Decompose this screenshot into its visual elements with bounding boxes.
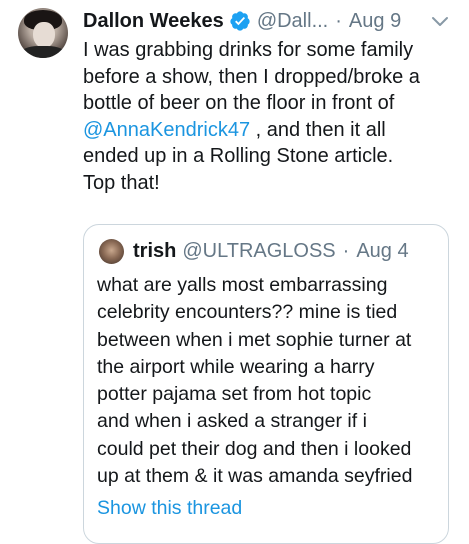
quoted-author-name: trish — [133, 239, 177, 262]
tweet-line-fragment: , and then it all — [250, 118, 386, 141]
quoted-line: what are yalls most embarrassing — [97, 274, 388, 296]
quoted-tweet-date: Aug 4 — [356, 239, 409, 262]
quoted-author-avatar — [99, 239, 124, 264]
tweet-text: I was grabbing drinks for some family be… — [83, 37, 455, 197]
quoted-author-handle: @ULTRAGLOSS — [182, 239, 336, 262]
tweet-line: bottle of beer on the floor in front of — [83, 92, 395, 115]
tweet-line: ended up in a Rolling Stone article. — [83, 145, 394, 168]
tweet-line: @AnnaKendrick47 , and then it all — [83, 117, 455, 144]
show-thread-link[interactable]: Show this thread — [97, 497, 242, 520]
tweet-line: I was grabbing drinks for some family — [83, 39, 414, 61]
author-avatar[interactable] — [18, 8, 68, 58]
author-name[interactable]: Dallon Weekes — [83, 10, 224, 33]
quoted-line: up at them & it was amanda seyfried — [97, 465, 413, 488]
tweet-line: Top that! — [83, 171, 160, 194]
separator-dot: · — [342, 239, 350, 262]
quoted-line: potter pajama set from hot topic — [97, 383, 372, 406]
tweet-date[interactable]: Aug 9 — [349, 10, 401, 33]
quoted-tweet-header: trish @ULTRAGLOSS · Aug 4 — [133, 238, 409, 264]
quoted-line: the airport while wearing a harry — [97, 355, 375, 378]
quoted-line: could pet their dog and then i looked — [97, 437, 412, 460]
quoted-tweet[interactable]: trish @ULTRAGLOSS · Aug 4 what are yalls… — [83, 224, 449, 544]
verified-badge-icon — [229, 10, 251, 32]
mention-link[interactable]: @AnnaKendrick47 — [83, 119, 250, 141]
quoted-tweet-text: what are yalls most embarrassing celebri… — [97, 272, 442, 490]
author-handle[interactable]: @Dall... — [257, 10, 328, 33]
quoted-line: between when i met sophie turner at — [97, 328, 412, 351]
separator-dot: · — [335, 9, 342, 32]
tweet-line: before a show, then I dropped/broke a — [83, 65, 420, 88]
quoted-line: and when i asked a stranger if i — [97, 410, 367, 433]
chevron-down-icon[interactable] — [430, 12, 450, 32]
tweet-header: Dallon Weekes @Dall... · Aug 9 — [83, 8, 401, 34]
quoted-line: celebrity encounters?? mine is tied — [97, 301, 398, 324]
